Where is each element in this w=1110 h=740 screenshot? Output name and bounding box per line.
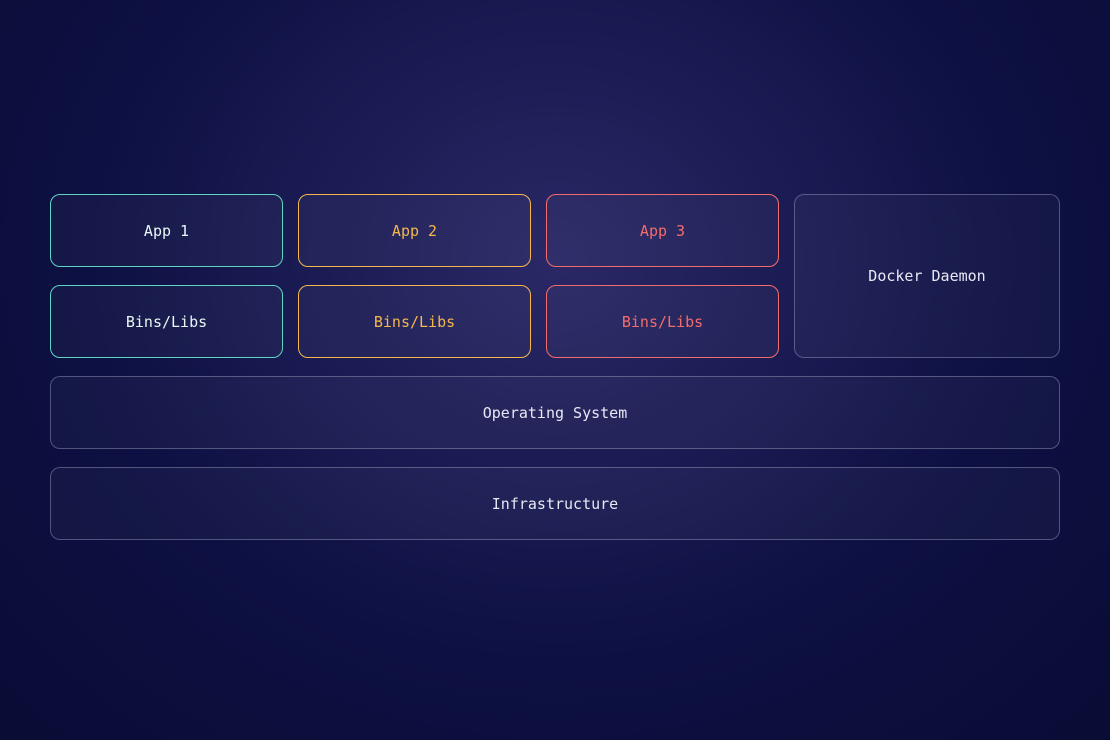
- libs-box-2: Bins/Libs: [298, 285, 531, 358]
- daemon-label: Docker Daemon: [868, 267, 985, 285]
- libs-label: Bins/Libs: [374, 313, 455, 331]
- libs-label: Bins/Libs: [622, 313, 703, 331]
- os-label: Operating System: [483, 404, 628, 422]
- containers-group: App 1 Bins/Libs App 2 Bins/Libs App 3: [50, 194, 779, 358]
- operating-system-layer: Operating System: [50, 376, 1060, 449]
- app-box-3: App 3: [546, 194, 779, 267]
- docker-daemon-box: Docker Daemon: [794, 194, 1060, 358]
- app-box-2: App 2: [298, 194, 531, 267]
- app-label: App 3: [640, 222, 685, 240]
- libs-label: Bins/Libs: [126, 313, 207, 331]
- app-label: App 1: [144, 222, 189, 240]
- app-label: App 2: [392, 222, 437, 240]
- container-column-1: App 1 Bins/Libs: [50, 194, 283, 358]
- libs-box-3: Bins/Libs: [546, 285, 779, 358]
- infrastructure-layer: Infrastructure: [50, 467, 1060, 540]
- app-box-1: App 1: [50, 194, 283, 267]
- container-column-3: App 3 Bins/Libs: [546, 194, 779, 358]
- containers-and-daemon-row: App 1 Bins/Libs App 2 Bins/Libs App 3: [50, 194, 1060, 358]
- container-column-2: App 2 Bins/Libs: [298, 194, 531, 358]
- architecture-diagram: App 1 Bins/Libs App 2 Bins/Libs App 3: [50, 194, 1060, 540]
- libs-box-1: Bins/Libs: [50, 285, 283, 358]
- infra-label: Infrastructure: [492, 495, 618, 513]
